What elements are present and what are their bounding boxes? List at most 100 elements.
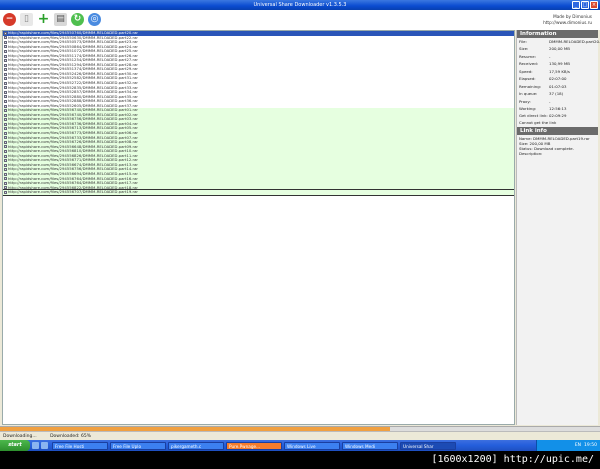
image-caption: [1600x1200] http://upic.me/ xyxy=(0,451,600,469)
file-icon xyxy=(4,149,7,153)
file-icon xyxy=(4,127,7,131)
link-info-lines: Name: DMMM-RELOADED.part19.rar Size: 200,… xyxy=(517,135,598,156)
clock[interactable]: 19:50 xyxy=(584,440,597,451)
taskbar-button[interactable]: Windows Live xyxy=(284,441,340,450)
file-icon xyxy=(4,49,7,53)
language-indicator[interactable]: EN xyxy=(575,440,581,451)
link-info-header: Link info xyxy=(517,126,598,135)
file-icon xyxy=(4,131,7,135)
window-title: Universal Share Downloader v1.3.5.3 xyxy=(253,2,347,8)
add-icon[interactable]: + xyxy=(37,12,50,26)
info-row: Get direct link: 02:09:29 xyxy=(517,112,598,119)
system-tray: EN 19:50 xyxy=(536,440,600,451)
info-value: 02:09:29 xyxy=(549,113,567,119)
info-note: Cannot get the link xyxy=(519,119,557,125)
file-icon xyxy=(4,154,7,158)
taskbar-button[interactable]: Free File Uplo xyxy=(110,441,166,450)
clipboard-icon[interactable]: ▤ xyxy=(54,13,67,26)
file-icon xyxy=(4,77,7,81)
file-icon xyxy=(4,40,7,44)
taskbar-button[interactable]: Universal Shar xyxy=(400,441,456,450)
info-value: - xyxy=(549,98,551,104)
file-icon xyxy=(4,113,7,117)
info-row: In queue: 37 (18) xyxy=(517,90,598,97)
status-bar: Downloading... Downloaded: 65% xyxy=(0,431,600,440)
status-right: Downloaded: 65% xyxy=(50,434,92,439)
taskbar-button[interactable]: pikergameth.c xyxy=(168,441,224,450)
link-info-line: Description: xyxy=(519,150,543,156)
info-key: File: xyxy=(519,39,527,44)
info-value: 12:56:13 xyxy=(549,105,567,111)
info-row: Resume: - xyxy=(517,53,598,60)
file-icon xyxy=(4,186,7,190)
toolbar: − ▯ + ▤ ↻ ◎ Made by Dimonius http://www.… xyxy=(0,10,600,30)
document-icon[interactable]: ▯ xyxy=(20,13,33,26)
info-row: Proxy: - xyxy=(517,98,598,105)
info-row: Elapsed: 02:07:00 xyxy=(517,75,598,82)
file-icon xyxy=(4,45,7,49)
info-value: 200,00 MB xyxy=(549,46,570,52)
info-key: Resume: xyxy=(519,53,536,59)
information-rows: File: DMMM-RELOADED.part20.rar Size: 200,00… xyxy=(517,38,600,120)
info-key: In queue: xyxy=(519,91,538,97)
info-row: Size: 200,00 MB xyxy=(517,45,598,52)
globe-icon[interactable]: ◎ xyxy=(88,13,101,26)
quicklaunch-media-icon[interactable] xyxy=(41,442,48,449)
info-row: Remaining: 01:07:03 xyxy=(517,83,598,90)
taskbar: start Free File Hosti Free File Uplo piker… xyxy=(0,440,600,451)
info-panel: Information File: DMMM-RELOADED.part20.ra… xyxy=(516,30,600,425)
taskbar-button[interactable]: Pure.Pwnage... xyxy=(226,441,282,450)
refresh-icon[interactable]: ↻ xyxy=(71,13,84,26)
quicklaunch-ie-icon[interactable] xyxy=(32,442,39,449)
info-value: 02:07:00 xyxy=(549,76,567,82)
stop-icon[interactable]: − xyxy=(3,13,16,26)
download-list[interactable]: http://rapidshare.com/files/294550760/DM… xyxy=(2,30,515,425)
information-header: Information xyxy=(517,30,598,38)
info-key: Get direct link: xyxy=(519,113,548,119)
info-key: Elapsed: xyxy=(519,76,536,82)
info-value: 17,59 KB/s xyxy=(549,68,570,74)
info-row: Speed: 17,59 KB/s xyxy=(517,68,598,75)
credit: Made by Dimonius http://www.dimonius.ru xyxy=(543,14,592,26)
file-icon xyxy=(4,59,7,63)
info-value: - xyxy=(549,53,551,59)
list-item[interactable]: http://rapidshare.com/files/294556707/DM… xyxy=(3,189,514,196)
start-button[interactable]: start xyxy=(0,440,30,451)
info-row: File: DMMM-RELOADED.part20.rar xyxy=(517,38,600,45)
file-icon xyxy=(4,168,7,172)
file-icon xyxy=(4,90,7,94)
file-icon xyxy=(4,36,7,40)
taskbar-button[interactable]: Free File Hosti xyxy=(52,441,108,450)
file-icon xyxy=(4,109,7,113)
info-key: Speed: xyxy=(519,68,533,74)
file-icon xyxy=(4,177,7,181)
status-left: Downloading... xyxy=(3,434,37,439)
minimize-icon[interactable]: _ xyxy=(572,1,580,9)
file-icon xyxy=(4,181,7,185)
info-key: Size: xyxy=(519,46,529,52)
close-icon[interactable]: × xyxy=(590,1,598,9)
info-key: Working: xyxy=(519,105,537,111)
info-row: Working: 12:56:13 xyxy=(517,105,598,112)
file-icon xyxy=(4,104,7,108)
file-icon xyxy=(4,122,7,126)
info-key: Remaining: xyxy=(519,83,541,89)
credit-url[interactable]: http://www.dimonius.ru xyxy=(543,20,592,26)
info-row: Received: 130,99 MB xyxy=(517,60,598,67)
file-icon xyxy=(4,72,7,76)
file-icon xyxy=(4,31,7,35)
app-window: Universal Share Downloader v1.3.5.3 _ □ … xyxy=(0,0,600,440)
info-value: DMMM-RELOADED.part20.rar xyxy=(549,39,600,44)
info-value: 01:07:03 xyxy=(549,83,567,89)
file-icon xyxy=(4,99,7,103)
maximize-icon[interactable]: □ xyxy=(581,1,589,9)
file-icon xyxy=(4,63,7,67)
taskbar-button[interactable]: Windows Medi xyxy=(342,441,398,450)
task-buttons: Free File Hosti Free File Uplo pikergameth… xyxy=(52,441,456,450)
file-icon xyxy=(4,172,7,176)
title-bar[interactable]: Universal Share Downloader v1.3.5.3 _ □ … xyxy=(0,0,600,10)
file-icon xyxy=(4,81,7,85)
info-value: 130,99 MB xyxy=(549,61,570,67)
file-icon xyxy=(4,54,7,58)
file-icon xyxy=(4,95,7,99)
